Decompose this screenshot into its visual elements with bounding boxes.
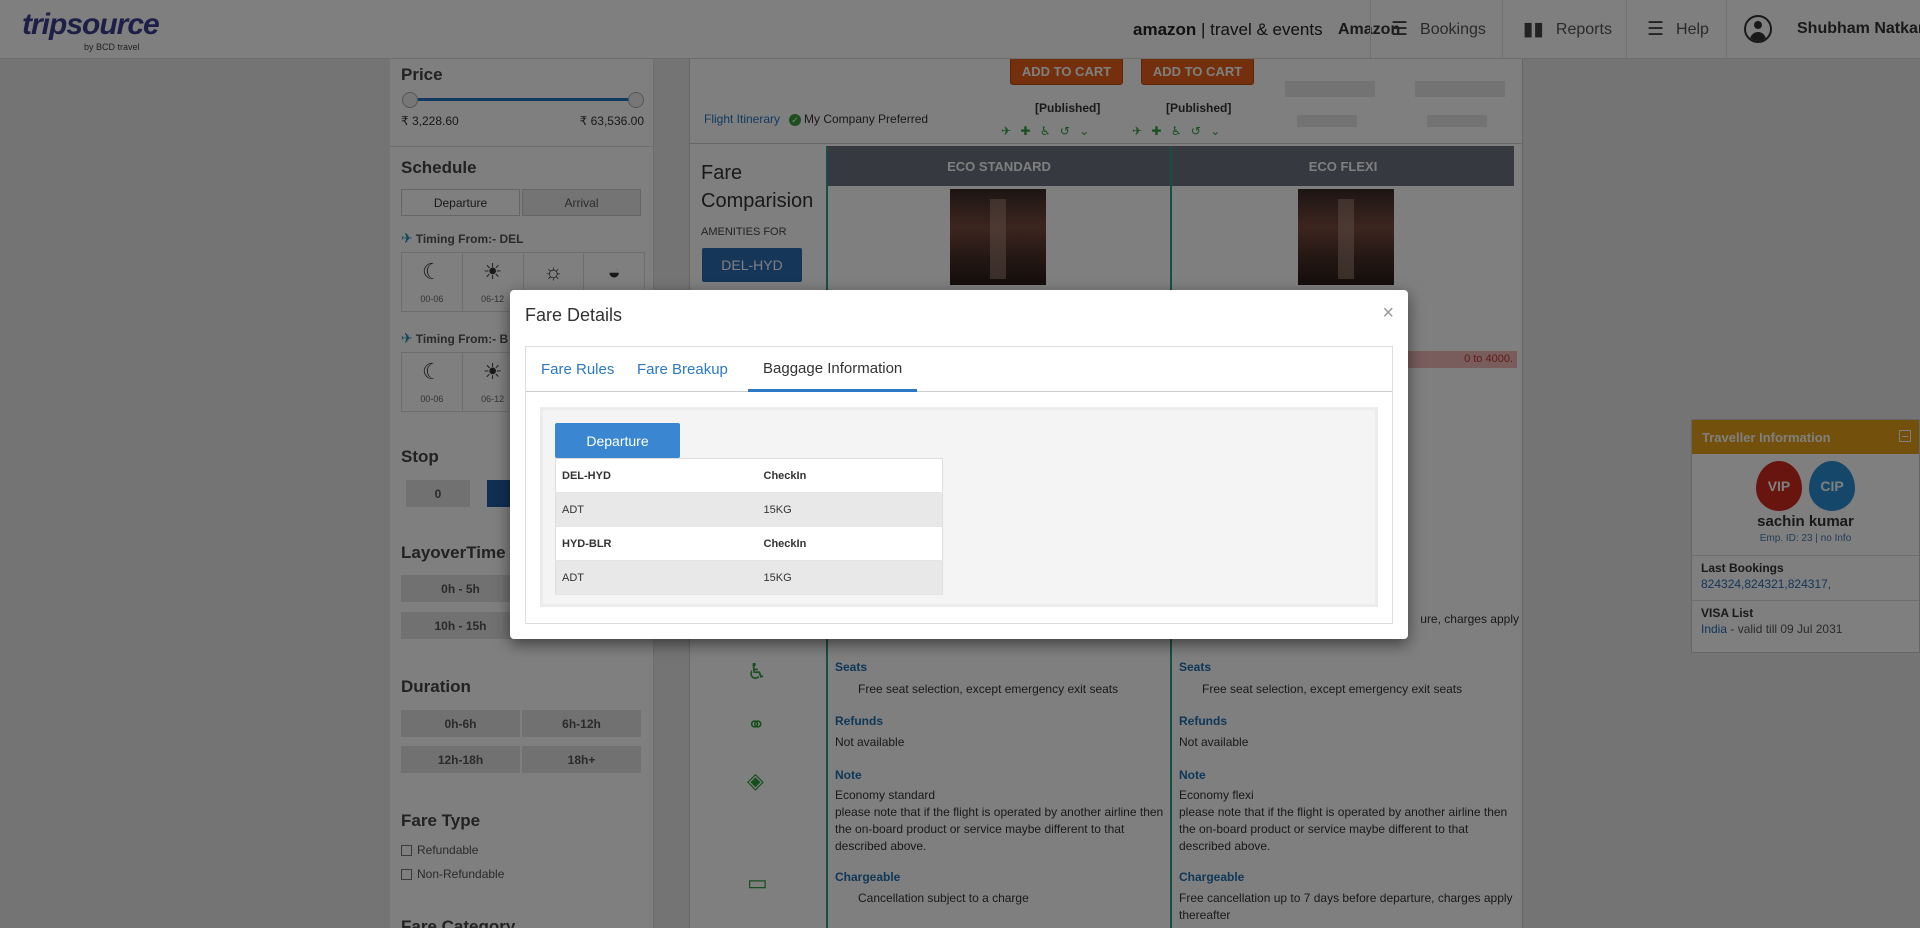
tab-bar: Fare Rules Fare Breakup Baggage Informat… <box>526 347 1392 392</box>
baggage-table: DEL-HYD CheckIn ADT 15KG HYD-BLR CheckIn… <box>555 458 943 595</box>
table-row: ADT 15KG <box>555 492 943 527</box>
allowance-cell: 15KG <box>757 560 943 595</box>
sector-cell: HYD-BLR <box>555 526 758 561</box>
fare-details-tabs: Fare Rules Fare Breakup Baggage Informat… <box>525 346 1393 624</box>
departure-button[interactable]: Departure <box>555 423 680 458</box>
tab-baggage-information[interactable]: Baggage Information <box>748 347 918 392</box>
tab-fare-rules[interactable]: Fare Rules <box>526 347 629 392</box>
modal-title: Fare Details <box>525 305 623 325</box>
table-row: HYD-BLR CheckIn <box>555 526 943 561</box>
column-header: CheckIn <box>757 526 943 561</box>
table-row: ADT 15KG <box>555 560 943 595</box>
tab-fare-breakup[interactable]: Fare Breakup <box>622 347 743 392</box>
baggage-panel: Departure DEL-HYD CheckIn ADT 15KG HYD-B… <box>540 407 1378 607</box>
column-header: CheckIn <box>757 458 943 493</box>
allowance-cell: 15KG <box>757 492 943 527</box>
fare-details-modal: Fare Details × Fare Rules Fare Breakup B… <box>510 290 1408 639</box>
pax-cell: ADT <box>555 492 758 527</box>
pax-cell: ADT <box>555 560 758 595</box>
sector-cell: DEL-HYD <box>555 458 758 493</box>
close-icon[interactable]: × <box>1382 302 1394 325</box>
table-row: DEL-HYD CheckIn <box>555 458 943 493</box>
